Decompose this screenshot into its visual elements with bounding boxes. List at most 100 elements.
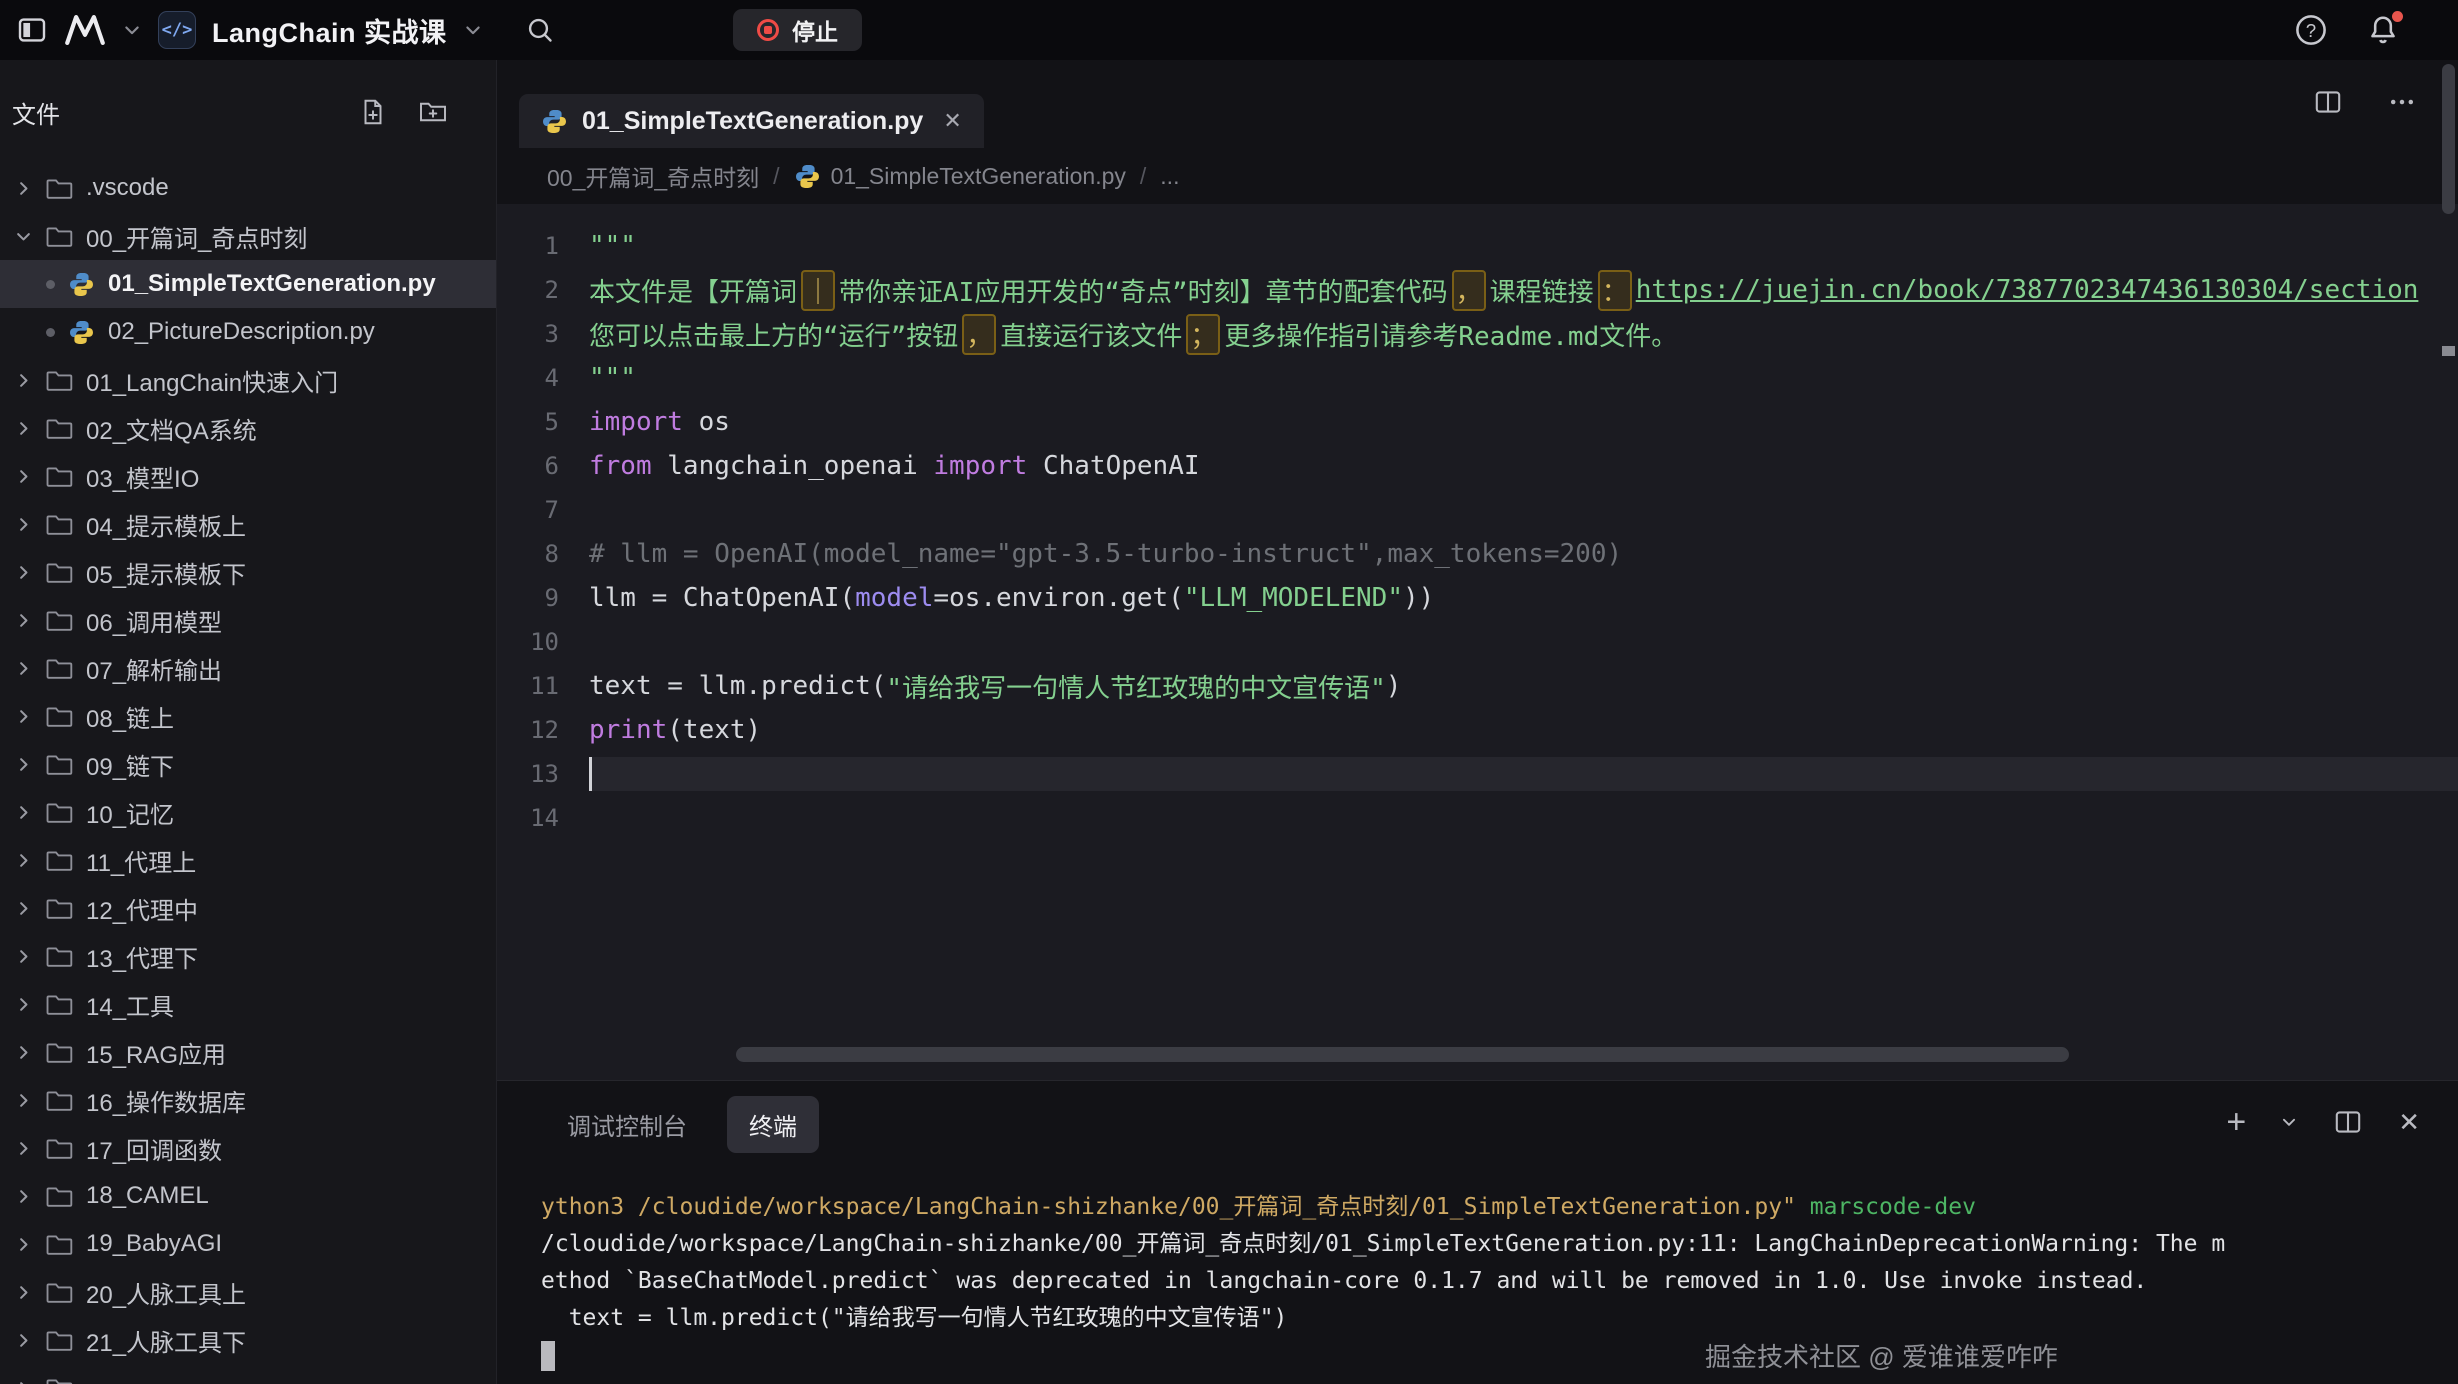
tree-item[interactable]: 19_BabyAGI: [0, 1220, 496, 1268]
folder-icon: [46, 655, 73, 682]
split-terminal-icon[interactable]: [2332, 1106, 2364, 1138]
tree-item[interactable]: 10_记忆: [0, 788, 496, 836]
split-editor-icon[interactable]: [2312, 86, 2344, 118]
folder-icon: [46, 1183, 73, 1210]
search-icon[interactable]: [525, 15, 555, 45]
tree-item-label: 17_回调函数: [86, 1131, 222, 1166]
tree-item[interactable]: 17_回调函数: [0, 1124, 496, 1172]
bottom-panel: 调试控制台终端 + ✕ ython3 /cloudide/workspace/L…: [497, 1080, 2458, 1384]
tree-item[interactable]: 02_文档QA系统: [0, 404, 496, 452]
code-line[interactable]: 1""": [497, 224, 2458, 268]
code-line[interactable]: 8# llm = OpenAI(model_name="gpt-3.5-turb…: [497, 532, 2458, 576]
tree-item[interactable]: 18_CAMEL: [0, 1172, 496, 1220]
tree-item[interactable]: 15_RAG应用: [0, 1028, 496, 1076]
code-line[interactable]: 11text = llm.predict("请给我写一句情人节红玫瑰的中文宣传语…: [497, 664, 2458, 708]
chevron-right-icon: [14, 515, 33, 534]
horizontal-scrollbar-thumb[interactable]: [736, 1047, 2069, 1062]
tree-item-label: 08_链上: [86, 699, 174, 734]
chevron-right-icon: [14, 995, 33, 1014]
line-number: 4: [497, 364, 589, 392]
code-line[interactable]: 13: [497, 752, 2458, 796]
code-token: "请给我写一句情人节红玫瑰的中文宣传语": [886, 668, 1385, 705]
project-icon[interactable]: </>: [158, 11, 196, 49]
tab-close-icon[interactable]: ✕: [943, 108, 961, 134]
tree-item[interactable]: 07_解析输出: [0, 644, 496, 692]
code-lines: 1"""2本文件是【开篇词｜带你亲证AI应用开发的“奇点”时刻】章节的配套代码，…: [497, 224, 2458, 840]
marscode-logo-icon[interactable]: [64, 15, 106, 45]
breadcrumb-item[interactable]: ...: [1160, 163, 1179, 190]
file-explorer: 文件 .vscode00_开篇词_奇点时刻01_SimpleTextGenera…: [0, 60, 497, 1384]
stop-button[interactable]: 停止: [733, 9, 862, 51]
breadcrumb-item[interactable]: 01_SimpleTextGeneration.py: [794, 163, 1126, 190]
folder-icon: [46, 607, 73, 634]
line-text: from langchain_openai import ChatOpenAI: [589, 451, 2458, 481]
chevron-down-icon[interactable]: [122, 20, 142, 40]
editor-tab-active[interactable]: 01_SimpleTextGeneration.py ✕: [519, 94, 984, 148]
help-icon[interactable]: ?: [2294, 13, 2328, 47]
close-panel-icon[interactable]: ✕: [2398, 1107, 2420, 1138]
horizontal-scrollbar[interactable]: [589, 1047, 2428, 1062]
more-actions-icon[interactable]: [2386, 86, 2418, 118]
file-tree: .vscode00_开篇词_奇点时刻01_SimpleTextGeneratio…: [0, 164, 496, 1384]
new-terminal-icon[interactable]: +: [2226, 1105, 2246, 1139]
code-line[interactable]: 14: [497, 796, 2458, 840]
terminal-output[interactable]: ython3 /cloudide/workspace/LangChain-shi…: [541, 1189, 2442, 1384]
notifications-bell-icon[interactable]: [2366, 13, 2400, 47]
chevron-down-icon[interactable]: [463, 20, 483, 40]
project-title[interactable]: LangChain 实战课: [212, 11, 447, 50]
vertical-scrollbar-thumb[interactable]: [2442, 64, 2455, 214]
tree-item-label: 11_代理上: [86, 843, 196, 878]
code-line[interactable]: 9llm = ChatOpenAI(model=os.environ.get("…: [497, 576, 2458, 620]
new-folder-icon[interactable]: [418, 97, 448, 127]
panel-header: 调试控制台终端 + ✕: [497, 1081, 2458, 1167]
new-file-icon[interactable]: [358, 97, 388, 127]
tree-item[interactable]: 01_SimpleTextGeneration.py: [0, 260, 496, 308]
code-token: print: [589, 715, 667, 745]
code-token: 课程链接: [1490, 272, 1594, 309]
tree-item[interactable]: 14_工具: [0, 980, 496, 1028]
tree-item[interactable]: 06_调用模型: [0, 596, 496, 644]
explorer-title: 文件: [12, 95, 60, 130]
explorer-header: 文件: [0, 60, 496, 164]
code-token: import: [589, 407, 683, 437]
tree-item[interactable]: 03_模型IO: [0, 452, 496, 500]
tree-item[interactable]: 05_提示模板下: [0, 548, 496, 596]
code-line[interactable]: 6from langchain_openai import ChatOpenAI: [497, 444, 2458, 488]
code-token: langchain_openai: [652, 451, 934, 481]
tree-item[interactable]: [0, 1364, 496, 1384]
sidebar-toggle-icon[interactable]: [16, 14, 48, 46]
code-line[interactable]: 7: [497, 488, 2458, 532]
tree-item[interactable]: 12_代理中: [0, 884, 496, 932]
code-line[interactable]: 3您可以点击最上方的“运行”按钮，直接运行该文件；更多操作指引请参考Readme…: [497, 312, 2458, 356]
code-token: # llm = OpenAI(model_name="gpt-3.5-turbo…: [589, 539, 1622, 569]
panel-tab-terminal[interactable]: 终端: [727, 1096, 819, 1153]
tree-item[interactable]: 21_人脉工具下: [0, 1316, 496, 1364]
line-number: 8: [497, 540, 589, 568]
tree-item[interactable]: 00_开篇词_奇点时刻: [0, 212, 496, 260]
tree-item[interactable]: 13_代理下: [0, 932, 496, 980]
folder-icon: [46, 1279, 73, 1306]
terminal-dropdown-chevron-icon[interactable]: [2280, 1113, 2298, 1131]
tree-item[interactable]: .vscode: [0, 164, 496, 212]
tree-item-label: 02_文档QA系统: [86, 411, 257, 446]
tree-item[interactable]: 08_链上: [0, 692, 496, 740]
tree-item[interactable]: 09_链下: [0, 740, 496, 788]
tree-item[interactable]: 02_PictureDescription.py: [0, 308, 496, 356]
line-number: 3: [497, 320, 589, 348]
tree-item[interactable]: 04_提示模板上: [0, 500, 496, 548]
code-line[interactable]: 2本文件是【开篇词｜带你亲证AI应用开发的“奇点”时刻】章节的配套代码，课程链接…: [497, 268, 2458, 312]
tree-item[interactable]: 11_代理上: [0, 836, 496, 884]
tree-item[interactable]: 16_操作数据库: [0, 1076, 496, 1124]
tree-item[interactable]: 20_人脉工具上: [0, 1268, 496, 1316]
code-line[interactable]: 10: [497, 620, 2458, 664]
code-line[interactable]: 5import os: [497, 400, 2458, 444]
breadcrumb-item[interactable]: 00_开篇词_奇点时刻: [547, 159, 759, 193]
vertical-scrollbar[interactable]: [2442, 62, 2455, 1076]
code-area[interactable]: 1"""2本文件是【开篇词｜带你亲证AI应用开发的“奇点”时刻】章节的配套代码，…: [497, 204, 2458, 1080]
breadcrumb-label: 01_SimpleTextGeneration.py: [831, 163, 1126, 190]
tree-item[interactable]: 01_LangChain快速入门: [0, 356, 496, 404]
panel-tab-debug-console[interactable]: 调试控制台: [545, 1096, 709, 1153]
file-dot: [46, 328, 55, 337]
code-line[interactable]: 4""": [497, 356, 2458, 400]
code-line[interactable]: 12print(text): [497, 708, 2458, 752]
